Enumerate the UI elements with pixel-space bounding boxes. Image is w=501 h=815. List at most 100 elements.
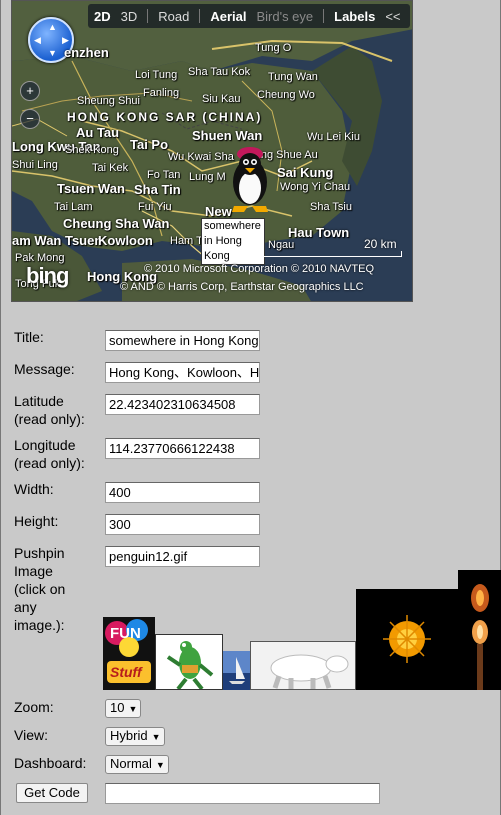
longitude-label: Longitude (read only): <box>14 436 85 472</box>
candle-thumbnail[interactable] <box>458 570 501 690</box>
scale-bar <box>260 251 402 257</box>
pan-down-icon[interactable]: ▼ <box>48 49 57 58</box>
mode-2d-button[interactable]: 2D <box>94 9 111 24</box>
map-label: Tung Wan <box>268 71 318 83</box>
pushpin-image-label: Pushpin Image (click on any image.): <box>14 544 65 634</box>
map-label: Shek Kong <box>65 144 119 156</box>
map-label: Wong Yi Chau <box>280 181 351 193</box>
map-toolbar: 2D 3D Road Aerial Bird's eye Labels << <box>88 4 410 28</box>
birds-eye-button: Bird's eye <box>256 8 314 24</box>
fireworks-image <box>383 615 431 663</box>
map-label: Fanling <box>143 87 180 99</box>
frog-thumbnail[interactable] <box>155 634 223 690</box>
title-input[interactable]: somewhere in Hong Kong <box>105 330 260 351</box>
height-label: Height: <box>14 513 59 529</box>
map-label: Sha Tsiu <box>310 201 352 213</box>
map-label: Wu Lei Kiu <box>307 131 360 143</box>
view-label: View: <box>14 727 48 743</box>
map-label: Hau Town <box>288 225 350 240</box>
latitude-label-line: (read only): <box>14 411 85 427</box>
width-label: Width: <box>14 481 54 497</box>
message-label: Message: <box>14 361 75 377</box>
frog-image <box>166 641 214 689</box>
sailboat-image <box>223 651 250 684</box>
map-label: Fo Tan <box>147 169 181 181</box>
map-label: Fui Yiu <box>138 201 172 213</box>
toolbar-divider <box>323 9 325 23</box>
width-input[interactable]: 400 <box>105 482 260 503</box>
map-label: Tai Lam <box>54 201 93 213</box>
zoom-select[interactable]: 10 ▼ <box>105 699 141 718</box>
dashboard-label: Dashboard: <box>14 755 87 771</box>
map-label: Tai Po <box>130 137 169 152</box>
copyright-text: © AND © Harris Corp, Earthstar Geographi… <box>120 281 364 293</box>
page-frame: 2D 3D Road Aerial Bird's eye Labels << ▲… <box>0 0 501 815</box>
chevron-down-icon: ▼ <box>128 704 138 714</box>
fireworks-thumbnail[interactable] <box>356 589 458 690</box>
stuff-text: Stuff <box>110 664 142 680</box>
pushpin-label-line: Pushpin <box>14 545 65 561</box>
penguin-pushpin-icon[interactable] <box>222 144 278 216</box>
height-input[interactable]: 300 <box>105 514 260 535</box>
labels-toggle[interactable]: Labels <box>334 9 375 24</box>
map-view[interactable]: 2D 3D Road Aerial Bird's eye Labels << ▲… <box>11 0 413 302</box>
dashboard-select[interactable]: Normal ▼ <box>105 755 169 774</box>
toolbar-divider <box>147 9 149 23</box>
code-output-field[interactable] <box>105 783 380 804</box>
longitude-label-line: Longitude <box>14 437 76 453</box>
get-code-button[interactable]: Get Code <box>16 783 88 803</box>
fun-text: FUN <box>110 625 141 642</box>
polar-bear-image <box>270 654 349 689</box>
pushpin-title-label: somewhere in Hong Kong <box>201 218 265 265</box>
latitude-field: 22.423402310634508 <box>105 394 260 415</box>
fun-stuff-thumbnail[interactable]: FUN Stuff <box>103 617 155 690</box>
mode-3d-button[interactable]: 3D <box>121 9 138 24</box>
map-label: Sheung Shui <box>77 95 140 107</box>
chevron-down-icon: ▼ <box>151 732 161 742</box>
map-label: am Wan Tsuen <box>12 233 103 248</box>
pan-right-icon[interactable]: ▶ <box>62 36 69 45</box>
map-label: Lung M <box>189 171 226 183</box>
pushpin-label-line: any <box>14 599 37 615</box>
zoom-label: Zoom: <box>14 699 54 715</box>
map-label: Siu Kau <box>202 93 241 105</box>
dashboard-value: Normal <box>110 756 152 771</box>
toolbar-divider <box>199 9 201 23</box>
view-value: Hybrid <box>110 728 148 743</box>
pan-left-icon[interactable]: ◀ <box>34 36 41 45</box>
map-label: Ngau <box>268 239 295 251</box>
map-label: Tai Kek <box>92 162 129 174</box>
torch-image <box>471 584 489 690</box>
collapse-toolbar-button[interactable]: << <box>385 9 400 24</box>
title-label: Title: <box>14 329 44 345</box>
pushpin-label-line: (click on <box>14 581 66 597</box>
zoom-value: 10 <box>110 700 125 715</box>
road-view-button[interactable]: Road <box>158 9 189 24</box>
map-label: Au Tau <box>76 125 120 140</box>
polar-bear-thumbnail[interactable] <box>250 641 356 690</box>
pushpin-label-line: Image <box>14 563 53 579</box>
map-label: Loi Tung <box>135 69 178 81</box>
zoom-out-button[interactable]: − <box>20 109 40 129</box>
scale-label: 20 km <box>364 237 397 251</box>
latitude-label: Latitude (read only): <box>14 392 85 428</box>
map-label: Tung O <box>255 42 292 54</box>
aerial-view-button[interactable]: Aerial <box>210 9 246 24</box>
pan-up-icon[interactable]: ▲ <box>48 23 57 32</box>
chevron-down-icon: ▼ <box>155 760 165 770</box>
bing-logo: bing <box>26 263 69 288</box>
pushpin-image-input[interactable]: penguin12.gif <box>105 546 260 567</box>
map-label: Sai Kung <box>277 165 334 180</box>
latitude-label-line: Latitude <box>14 393 64 409</box>
map-label: Tsuen Wan <box>57 181 125 196</box>
zoom-in-button[interactable]: + <box>20 81 40 101</box>
message-input[interactable]: Hong Kong、Kowloon、H <box>105 362 260 383</box>
map-label: Kowloon <box>98 233 153 248</box>
longitude-label-line: (read only): <box>14 455 85 471</box>
map-region-label: HONG KONG SAR (CHINA) <box>67 110 263 124</box>
pushpin-label-line: image.): <box>14 617 65 633</box>
map-label: Shui Ling <box>12 159 58 171</box>
copyright-text: © 2010 Microsoft Corporation © 2010 NAVT… <box>144 263 374 275</box>
sailboat-thumbnail[interactable] <box>223 651 250 690</box>
view-select[interactable]: Hybrid ▼ <box>105 727 165 746</box>
